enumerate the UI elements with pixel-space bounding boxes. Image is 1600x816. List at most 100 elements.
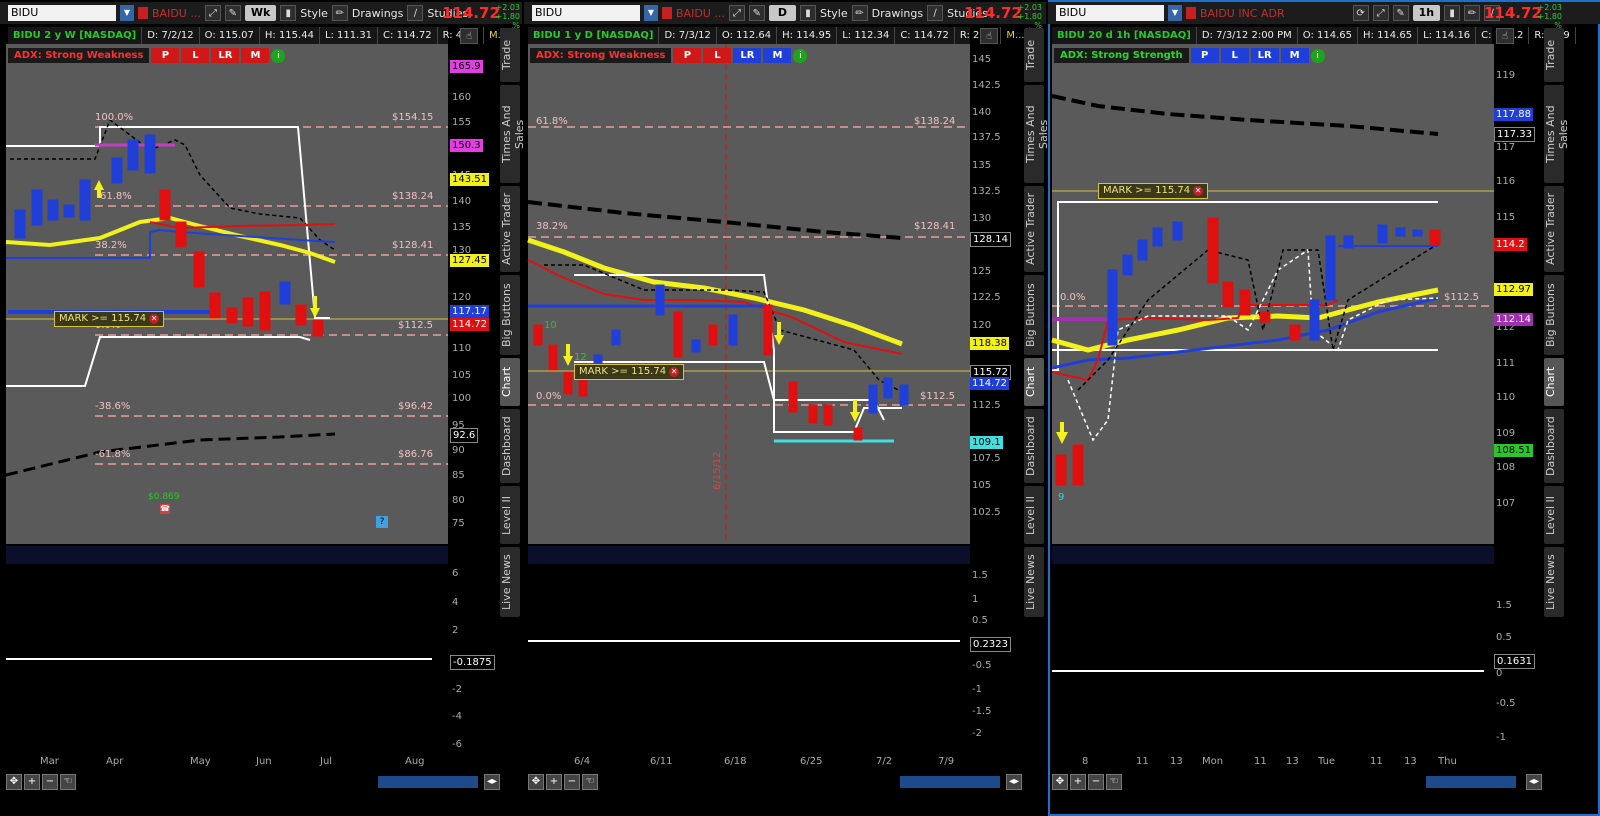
- sub-y-label: 0: [1496, 668, 1503, 679]
- hand-icon[interactable]: ☜: [582, 774, 598, 790]
- level-label: $154.15: [392, 112, 434, 123]
- pan-icon[interactable]: ✥: [1052, 774, 1068, 790]
- y-axis-label: 140: [972, 107, 992, 118]
- zoom-out-icon[interactable]: −: [564, 774, 580, 790]
- dividend-label: $0.869: [148, 492, 180, 502]
- side-tabs: Trade Times And Sales Active Trader Big …: [500, 28, 526, 620]
- tab-chart[interactable]: Chart: [500, 358, 520, 406]
- tab-active-trader[interactable]: Active Trader: [1544, 186, 1564, 272]
- tab-active-trader[interactable]: Active Trader: [500, 186, 520, 272]
- tab-level-ii[interactable]: Level II: [500, 486, 520, 544]
- level-label: $128.41: [914, 221, 956, 232]
- sub-y-label: -1.5: [972, 706, 992, 717]
- alert-mark-label: MARK >= 115.74: [59, 313, 147, 324]
- fib-label: -38.6%: [95, 401, 131, 412]
- hand-icon[interactable]: ☜: [1106, 774, 1122, 790]
- horizontal-scrollbar[interactable]: [378, 776, 478, 788]
- alert-mark[interactable]: MARK >= 115.74 ✕: [54, 311, 165, 327]
- sub-y-label: 0.5: [972, 615, 988, 626]
- scroll-arrows-icon[interactable]: ◂▸: [1006, 774, 1022, 790]
- price-tag: 117.88: [1494, 108, 1533, 121]
- scroll-arrows-icon[interactable]: ◂▸: [484, 774, 500, 790]
- y-axis-label: 142.5: [972, 80, 1001, 91]
- y-axis-label: 110: [452, 343, 472, 354]
- tab-live-news[interactable]: Live News: [1024, 547, 1044, 617]
- tab-dashboard[interactable]: Dashboard: [1544, 409, 1564, 483]
- tab-dashboard[interactable]: Dashboard: [500, 409, 520, 483]
- x-axis-label: May: [190, 756, 211, 767]
- tab-times-and-sales[interactable]: Times And Sales: [1544, 85, 1570, 183]
- tab-times-and-sales[interactable]: Times And Sales: [1024, 85, 1050, 183]
- level-label: $112.5: [398, 320, 433, 331]
- y-axis-label: 105: [452, 370, 472, 381]
- tab-active-trader[interactable]: Active Trader: [1024, 186, 1044, 272]
- x-axis-label: 6/11: [650, 756, 673, 767]
- tab-chart[interactable]: Chart: [1544, 358, 1564, 406]
- date-marker-label: 6/15/12: [712, 451, 723, 490]
- y-axis-label: 102.5: [972, 507, 1001, 518]
- x-axis-label: Mon: [1202, 756, 1224, 767]
- zoom-out-icon[interactable]: −: [1088, 774, 1104, 790]
- zoom-in-icon[interactable]: +: [546, 774, 562, 790]
- sub-y-label: -0.5: [972, 660, 992, 671]
- tab-big-buttons[interactable]: Big Buttons: [500, 275, 520, 355]
- horizontal-scrollbar[interactable]: [900, 776, 1000, 788]
- x-axis-label: Jun: [256, 756, 272, 767]
- y-axis-label: 125: [972, 266, 992, 277]
- alert-mark[interactable]: MARK >= 115.74 ✕: [574, 364, 685, 380]
- tab-trade[interactable]: Trade: [500, 28, 520, 82]
- earnings-icon[interactable]: ☎: [160, 504, 170, 514]
- y-axis-label: 116: [1496, 176, 1516, 187]
- tab-live-news[interactable]: Live News: [1544, 547, 1564, 617]
- zoom-out-icon[interactable]: −: [42, 774, 58, 790]
- fib-label: 100.0%: [95, 112, 134, 123]
- tab-trade[interactable]: Trade: [1544, 28, 1564, 82]
- sub-y-label: -2: [452, 684, 462, 695]
- tab-big-buttons[interactable]: Big Buttons: [1024, 275, 1044, 355]
- y-axis-label: 160: [452, 92, 472, 103]
- tab-live-news[interactable]: Live News: [500, 547, 520, 617]
- tab-times-and-sales[interactable]: Times And Sales: [500, 85, 526, 183]
- y-axis-label: 90: [452, 445, 465, 456]
- level-label: $112.5: [1444, 292, 1479, 303]
- zoom-in-icon[interactable]: +: [24, 774, 40, 790]
- tab-level-ii[interactable]: Level II: [1544, 486, 1564, 544]
- y-axis-label: 119: [1496, 70, 1516, 81]
- y-axis-label: 120: [452, 292, 472, 303]
- question-icon[interactable]: ?: [376, 516, 388, 528]
- pan-icon[interactable]: ✥: [528, 774, 544, 790]
- close-icon[interactable]: ✕: [1193, 186, 1204, 196]
- price-tag: 143.51: [450, 173, 489, 186]
- tab-dashboard[interactable]: Dashboard: [1024, 409, 1044, 483]
- price-tag: 150.3: [450, 139, 483, 152]
- tab-chart[interactable]: Chart: [1024, 358, 1044, 406]
- close-icon[interactable]: ✕: [669, 367, 680, 377]
- close-icon[interactable]: ✕: [149, 314, 160, 324]
- tab-level-ii[interactable]: Level II: [1024, 486, 1044, 544]
- price-tag: 109.1: [970, 436, 1003, 449]
- sub-y-label: -1: [972, 684, 982, 695]
- y-axis-label: 107.5: [972, 453, 1001, 464]
- alert-mark-label: MARK >= 115.74: [579, 366, 667, 377]
- price-tag: 114.2: [1494, 238, 1527, 251]
- scroll-arrows-icon[interactable]: ◂▸: [1526, 774, 1542, 790]
- alert-mark[interactable]: MARK >= 115.74 ✕: [1098, 183, 1209, 199]
- horizontal-scrollbar[interactable]: [1426, 776, 1516, 788]
- hand-icon[interactable]: ☜: [60, 774, 76, 790]
- tab-big-buttons[interactable]: Big Buttons: [1544, 275, 1564, 355]
- zoom-in-icon[interactable]: +: [1070, 774, 1086, 790]
- sub-y-label: 1.5: [972, 570, 988, 581]
- y-axis-label: 100: [452, 393, 472, 404]
- sub-y-label: -2: [972, 728, 982, 739]
- level-label: $128.41: [392, 240, 434, 251]
- price-tag: 117.33: [1494, 127, 1535, 142]
- chart-tools: ✥ + − ☜: [528, 774, 598, 790]
- price-tag: 128.14: [970, 232, 1011, 247]
- lower-study-header: [1052, 546, 1494, 564]
- x-axis-label: 6/4: [574, 756, 591, 767]
- x-axis-label: Apr: [106, 756, 124, 767]
- pan-icon[interactable]: ✥: [6, 774, 22, 790]
- level-label: $86.76: [398, 449, 433, 460]
- tab-trade[interactable]: Trade: [1024, 28, 1044, 82]
- price-tag: 112.97: [1494, 283, 1533, 296]
